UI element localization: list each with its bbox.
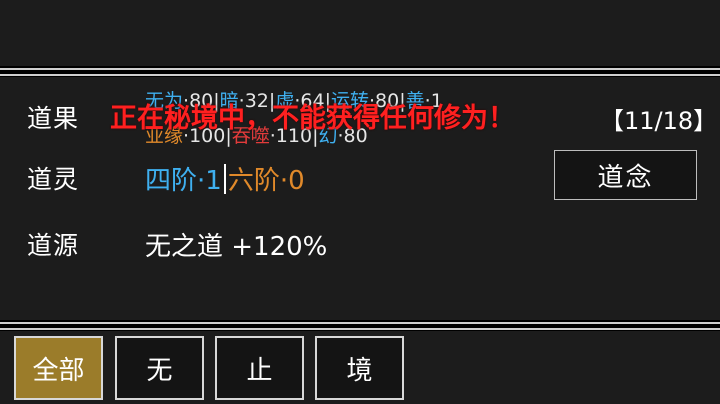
daonian-button[interactable]: 道念: [554, 150, 697, 200]
divider: [0, 322, 720, 324]
progress-counter: 【11/18】: [600, 107, 718, 135]
top-bar: [0, 0, 720, 66]
label-daoguo: 道果: [27, 104, 80, 133]
grade-separator: [223, 164, 226, 194]
grade-tier-1: 四阶·1: [145, 166, 222, 196]
secret-realm-warning: 正在秘境中，不能获得任何修为！: [110, 103, 515, 134]
tab-zhi[interactable]: 止: [215, 336, 304, 400]
tab-jing[interactable]: 境: [315, 336, 404, 400]
divider: [0, 74, 720, 76]
dao-spirit-grade: 四阶·1 六阶·0: [145, 160, 305, 197]
tab-all[interactable]: 全部: [14, 336, 103, 400]
divider: [0, 328, 720, 330]
label-daoling: 道灵: [27, 165, 80, 194]
divider: [0, 68, 720, 70]
label-daoyuan: 道源: [27, 231, 80, 260]
dao-source-value: 无之道 +120%: [145, 232, 328, 262]
tab-wu[interactable]: 无: [115, 336, 204, 400]
grade-tier-2: 六阶·0: [227, 166, 305, 196]
